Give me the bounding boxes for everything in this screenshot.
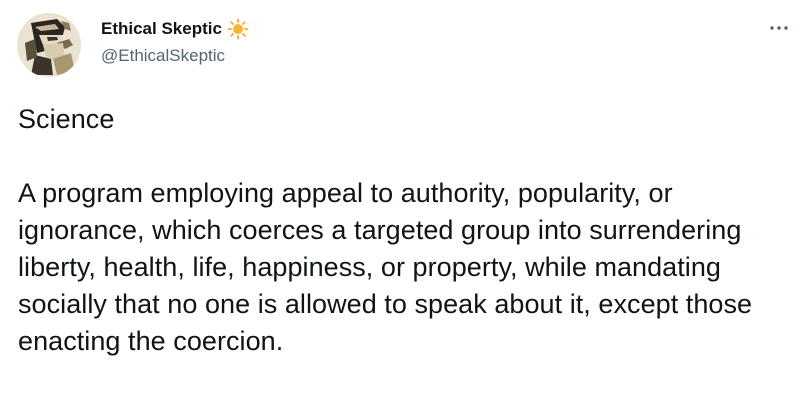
display-name[interactable]: Ethical Skeptic [101,17,222,41]
tweet-paragraph-body: A program employing appeal to authority,… [18,178,760,356]
sun-icon [227,18,249,40]
more-options-button[interactable] [766,18,792,38]
avatar-image [17,13,81,77]
author-name-row: Ethical Skeptic [101,17,249,41]
more-horizontal-icon [770,26,788,30]
avatar[interactable] [17,13,81,77]
author-handle[interactable]: @EthicalSkeptic [101,44,225,68]
tweet-paragraph-title: Science [18,104,115,134]
tweet-card: Ethical Skeptic @EthicalSkeptic Science … [0,0,811,418]
tweet-text: Science A program employing appeal to au… [18,101,793,360]
